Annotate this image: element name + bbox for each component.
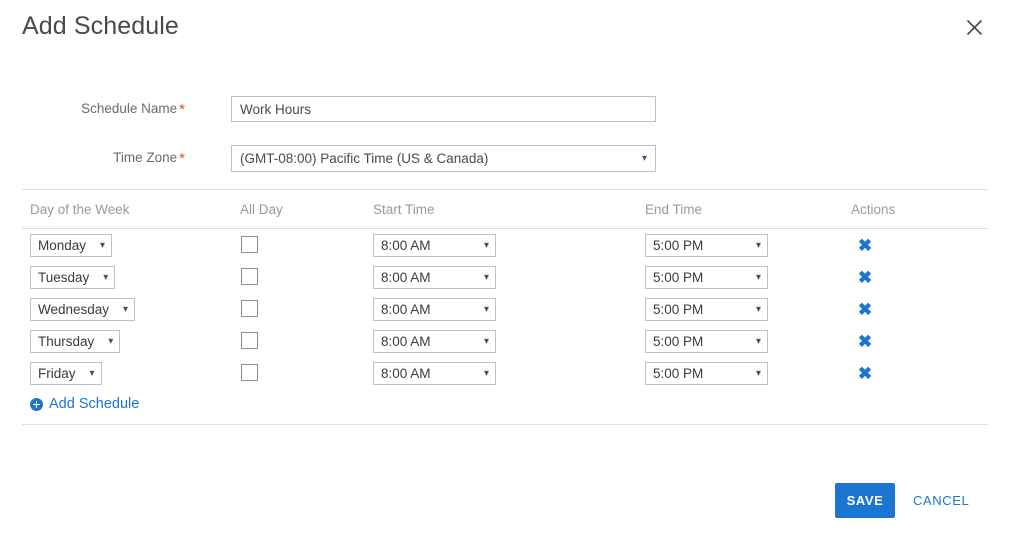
delete-row-icon[interactable]: ✖ (855, 235, 875, 255)
day-of-week-select[interactable]: Friday ▾ (30, 362, 102, 385)
time-zone-value: (GMT-08:00) Pacific Time (US & Canada) (240, 151, 489, 166)
delete-row-icon[interactable]: ✖ (855, 331, 875, 351)
table-row: Monday ▾ 8:00 AM ▾ 5:00 PM ▾ ✖ (0, 234, 1009, 257)
schedule-name-row: Schedule Name * (0, 96, 1009, 122)
chevron-down-icon: ▾ (483, 367, 489, 379)
table-row: Friday ▾ 8:00 AM ▾ 5:00 PM ▾ ✖ (0, 362, 1009, 385)
column-header-start-time: Start Time (373, 202, 435, 217)
start-time-select[interactable]: 8:00 AM ▾ (373, 234, 496, 257)
chevron-down-icon: ▾ (483, 303, 489, 315)
required-asterisk: * (179, 150, 185, 167)
start-time-value: 8:00 AM (381, 238, 431, 253)
table-top-divider (22, 189, 987, 190)
chevron-down-icon: ▾ (755, 335, 761, 347)
chevron-down-icon: ▾ (483, 271, 489, 283)
start-time-value: 8:00 AM (381, 270, 431, 285)
delete-row-icon[interactable]: ✖ (855, 267, 875, 287)
chevron-down-icon: ▾ (483, 239, 489, 251)
time-zone-label: Time Zone * (0, 145, 185, 171)
chevron-down-icon: ▾ (483, 335, 489, 347)
chevron-down-icon: ▾ (755, 239, 761, 251)
end-time-value: 5:00 PM (653, 270, 704, 285)
plus-circle-icon (30, 397, 43, 411)
chevron-down-icon: ▾ (103, 271, 109, 283)
table-row: Wednesday ▾ 8:00 AM ▾ 5:00 PM ▾ ✖ (0, 298, 1009, 321)
day-of-week-value: Friday (38, 366, 76, 381)
time-zone-label-text: Time Zone (113, 150, 178, 165)
chevron-down-icon: ▾ (755, 367, 761, 379)
chevron-down-icon: ▾ (755, 303, 761, 315)
close-icon[interactable] (961, 14, 987, 40)
start-time-select[interactable]: 8:00 AM ▾ (373, 362, 496, 385)
save-button[interactable]: SAVE (835, 483, 895, 518)
end-time-select[interactable]: 5:00 PM ▾ (645, 362, 768, 385)
table-row: Thursday ▾ 8:00 AM ▾ 5:00 PM ▾ ✖ (0, 330, 1009, 353)
start-time-select[interactable]: 8:00 AM ▾ (373, 298, 496, 321)
all-day-checkbox[interactable] (241, 364, 258, 381)
add-schedule-link[interactable]: Add Schedule (30, 396, 139, 412)
schedule-name-label-text: Schedule Name (81, 101, 178, 116)
add-schedule-link-label: Add Schedule (49, 396, 140, 412)
all-day-checkbox[interactable] (241, 236, 258, 253)
start-time-select[interactable]: 8:00 AM ▾ (373, 330, 496, 353)
table-header-divider (22, 228, 987, 229)
all-day-checkbox[interactable] (241, 268, 258, 285)
column-header-all-day: All Day (240, 202, 283, 217)
day-of-week-value: Wednesday (38, 302, 110, 317)
delete-row-icon[interactable]: ✖ (855, 363, 875, 383)
start-time-value: 8:00 AM (381, 302, 431, 317)
end-time-select[interactable]: 5:00 PM ▾ (645, 298, 768, 321)
end-time-value: 5:00 PM (653, 334, 704, 349)
end-time-value: 5:00 PM (653, 302, 704, 317)
day-of-week-value: Thursday (38, 334, 95, 349)
required-asterisk: * (179, 101, 185, 118)
table-row: Tuesday ▾ 8:00 AM ▾ 5:00 PM ▾ ✖ (0, 266, 1009, 289)
end-time-select[interactable]: 5:00 PM ▾ (645, 330, 768, 353)
end-time-value: 5:00 PM (653, 366, 704, 381)
column-header-day: Day of the Week (30, 202, 130, 217)
page-title: Add Schedule (22, 12, 179, 40)
start-time-value: 8:00 AM (381, 334, 431, 349)
all-day-checkbox[interactable] (241, 332, 258, 349)
chevron-down-icon: ▾ (641, 152, 647, 164)
end-time-select[interactable]: 5:00 PM ▾ (645, 266, 768, 289)
table-bottom-divider (22, 424, 987, 425)
chevron-down-icon: ▾ (89, 367, 95, 379)
delete-row-icon[interactable]: ✖ (855, 299, 875, 319)
end-time-select[interactable]: 5:00 PM ▾ (645, 234, 768, 257)
day-of-week-select[interactable]: Monday ▾ (30, 234, 113, 257)
day-of-week-select[interactable]: Tuesday ▾ (30, 266, 116, 289)
column-header-actions: Actions (851, 202, 896, 217)
start-time-value: 8:00 AM (381, 366, 431, 381)
day-of-week-select[interactable]: Thursday ▾ (30, 330, 121, 353)
column-header-end-time: End Time (645, 202, 703, 217)
end-time-value: 5:00 PM (653, 238, 704, 253)
start-time-select[interactable]: 8:00 AM ▾ (373, 266, 496, 289)
chevron-down-icon: ▾ (100, 239, 106, 251)
time-zone-select[interactable]: (GMT-08:00) Pacific Time (US & Canada) ▾ (231, 145, 656, 172)
day-of-week-value: Tuesday (38, 270, 90, 285)
time-zone-row: Time Zone * (GMT-08:00) Pacific Time (US … (0, 145, 1009, 172)
day-of-week-select[interactable]: Wednesday ▾ (30, 298, 136, 321)
day-of-week-value: Monday (38, 238, 87, 253)
cancel-button[interactable]: CANCEL (913, 483, 969, 518)
all-day-checkbox[interactable] (241, 300, 258, 317)
chevron-down-icon: ▾ (755, 271, 761, 283)
schedule-name-label: Schedule Name * (0, 96, 185, 122)
schedule-name-input[interactable] (231, 96, 656, 122)
chevron-down-icon: ▾ (123, 303, 129, 315)
chevron-down-icon: ▾ (108, 335, 114, 347)
